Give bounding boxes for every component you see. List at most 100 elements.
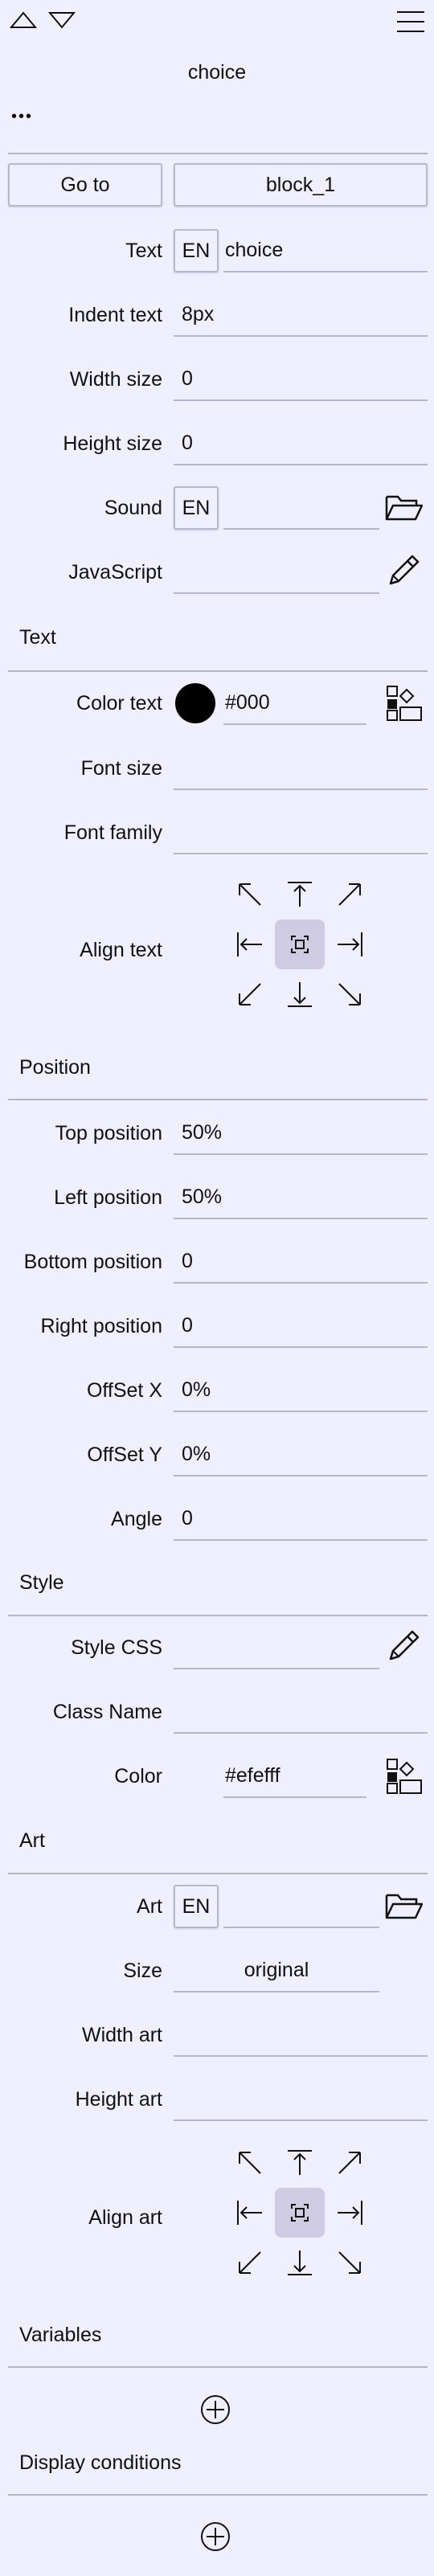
width-art-input[interactable]	[174, 2013, 428, 2057]
align-center-icon	[291, 2204, 309, 2222]
art-lang-button[interactable]: EN	[174, 1885, 219, 1928]
right-position-label: Right position	[40, 1315, 162, 1337]
align-art-grid	[225, 2138, 375, 2287]
color-text-value: #000	[225, 690, 270, 714]
hamburger-menu-icon[interactable]	[397, 10, 424, 34]
align-middle-left-icon	[237, 932, 262, 956]
text-lang-button[interactable]: EN	[174, 229, 219, 272]
sound-lang-label: EN	[182, 496, 211, 519]
align-top-center-button[interactable]	[275, 2138, 325, 2188]
goto-button[interactable]: Go to	[8, 163, 162, 207]
triangle-up-icon[interactable]	[10, 10, 37, 31]
align-middle-left-button[interactable]	[225, 919, 275, 969]
add-variable-icon[interactable]	[199, 2394, 231, 2426]
add-condition-icon[interactable]	[199, 2521, 231, 2553]
divider	[8, 1615, 428, 1616]
offset-y-label: OffSet Y	[87, 1444, 162, 1466]
align-art-label: Align art	[88, 2206, 162, 2229]
art-input[interactable]	[223, 1885, 379, 1928]
align-middle-left-icon	[237, 2201, 262, 2225]
align-top-left-button[interactable]	[225, 870, 275, 919]
align-bottom-center-button[interactable]	[275, 2238, 325, 2287]
size-label: Size	[123, 1960, 162, 1982]
goto-label: Go to	[60, 173, 110, 196]
style-css-label: Style CSS	[71, 1636, 162, 1659]
divider	[8, 153, 428, 154]
sound-label: Sound	[104, 497, 162, 519]
section-title-art: Art	[19, 1829, 45, 1852]
align-top-left-button[interactable]	[225, 2138, 275, 2188]
style-color-label: Color	[114, 1765, 162, 1788]
align-bottom-left-icon	[239, 2251, 261, 2274]
javascript-label: JavaScript	[68, 561, 162, 584]
color-swatch[interactable]	[175, 683, 215, 723]
top-position-value: 50%	[182, 1120, 223, 1144]
size-value: original	[244, 1958, 309, 1981]
align-bottom-center-button[interactable]	[275, 969, 325, 1019]
align-center-button[interactable]	[275, 2188, 325, 2238]
text-label: Text	[125, 240, 162, 262]
class-name-input[interactable]	[174, 1690, 428, 1734]
bottom-position-input[interactable]: 0	[174, 1240, 428, 1284]
height-input[interactable]: 0	[174, 422, 428, 465]
size-select[interactable]: original	[174, 1949, 379, 1992]
align-bottom-left-button[interactable]	[225, 969, 275, 1019]
top-position-label: Top position	[55, 1122, 162, 1145]
align-middle-right-button[interactable]	[325, 2188, 375, 2238]
height-value: 0	[182, 431, 193, 454]
pencil-icon[interactable]	[386, 553, 421, 588]
offset-x-value: 0%	[182, 1378, 211, 1401]
align-top-center-button[interactable]	[275, 870, 325, 919]
pencil-icon[interactable]	[386, 1628, 421, 1664]
width-label: Width size	[69, 368, 162, 391]
sound-input[interactable]	[223, 486, 379, 530]
offset-x-input[interactable]: 0%	[174, 1369, 428, 1412]
offset-y-input[interactable]: 0%	[174, 1433, 428, 1476]
align-top-right-button[interactable]	[325, 870, 375, 919]
triangle-down-icon[interactable]	[48, 10, 76, 31]
angle-input[interactable]: 0	[174, 1497, 428, 1541]
section-title-variables: Variables	[19, 2324, 102, 2346]
align-text-grid	[225, 870, 375, 1019]
text-value: choice	[225, 238, 284, 261]
more-options-button[interactable]: •••	[11, 108, 33, 126]
color-text-label: Color text	[76, 692, 162, 715]
indent-input[interactable]: 8px	[174, 293, 428, 337]
palette-icon[interactable]	[386, 1758, 423, 1795]
align-middle-left-button[interactable]	[225, 2188, 275, 2238]
indent-label: Indent text	[68, 304, 162, 326]
goto-target-select[interactable]: block_1	[174, 163, 428, 207]
indent-value: 8px	[182, 302, 215, 326]
style-color-value: #efefff	[225, 1763, 280, 1787]
section-title-style: Style	[19, 1571, 64, 1594]
align-center-button[interactable]	[275, 919, 325, 969]
color-text-input[interactable]: #000	[223, 682, 366, 725]
sound-lang-button[interactable]: EN	[174, 486, 219, 530]
javascript-input[interactable]	[174, 551, 379, 594]
font-size-input[interactable]	[174, 747, 428, 790]
align-bottom-right-button[interactable]	[325, 2238, 375, 2287]
height-art-input[interactable]	[174, 2078, 428, 2121]
align-bottom-right-button[interactable]	[325, 969, 375, 1019]
style-color-input[interactable]: #efefff	[223, 1755, 366, 1798]
align-middle-right-button[interactable]	[325, 919, 375, 969]
left-position-value: 50%	[182, 1185, 223, 1208]
style-css-input[interactable]	[174, 1626, 379, 1669]
folder-open-icon[interactable]	[384, 1889, 423, 1923]
align-top-center-icon	[288, 882, 312, 907]
align-top-right-icon	[338, 883, 361, 906]
angle-label: Angle	[111, 1508, 162, 1530]
offset-x-label: OffSet X	[86, 1379, 162, 1402]
top-position-input[interactable]: 50%	[174, 1112, 428, 1155]
align-top-left-icon	[239, 883, 261, 906]
font-family-input[interactable]	[174, 811, 428, 854]
align-top-right-button[interactable]	[325, 2138, 375, 2188]
width-input[interactable]: 0	[174, 358, 428, 401]
right-position-input[interactable]: 0	[174, 1304, 428, 1348]
align-bottom-left-button[interactable]	[225, 2238, 275, 2287]
text-input[interactable]: choice	[223, 229, 428, 272]
folder-open-icon[interactable]	[384, 490, 423, 524]
palette-icon[interactable]	[386, 685, 423, 722]
left-position-input[interactable]: 50%	[174, 1176, 428, 1219]
right-position-value: 0	[182, 1313, 193, 1337]
